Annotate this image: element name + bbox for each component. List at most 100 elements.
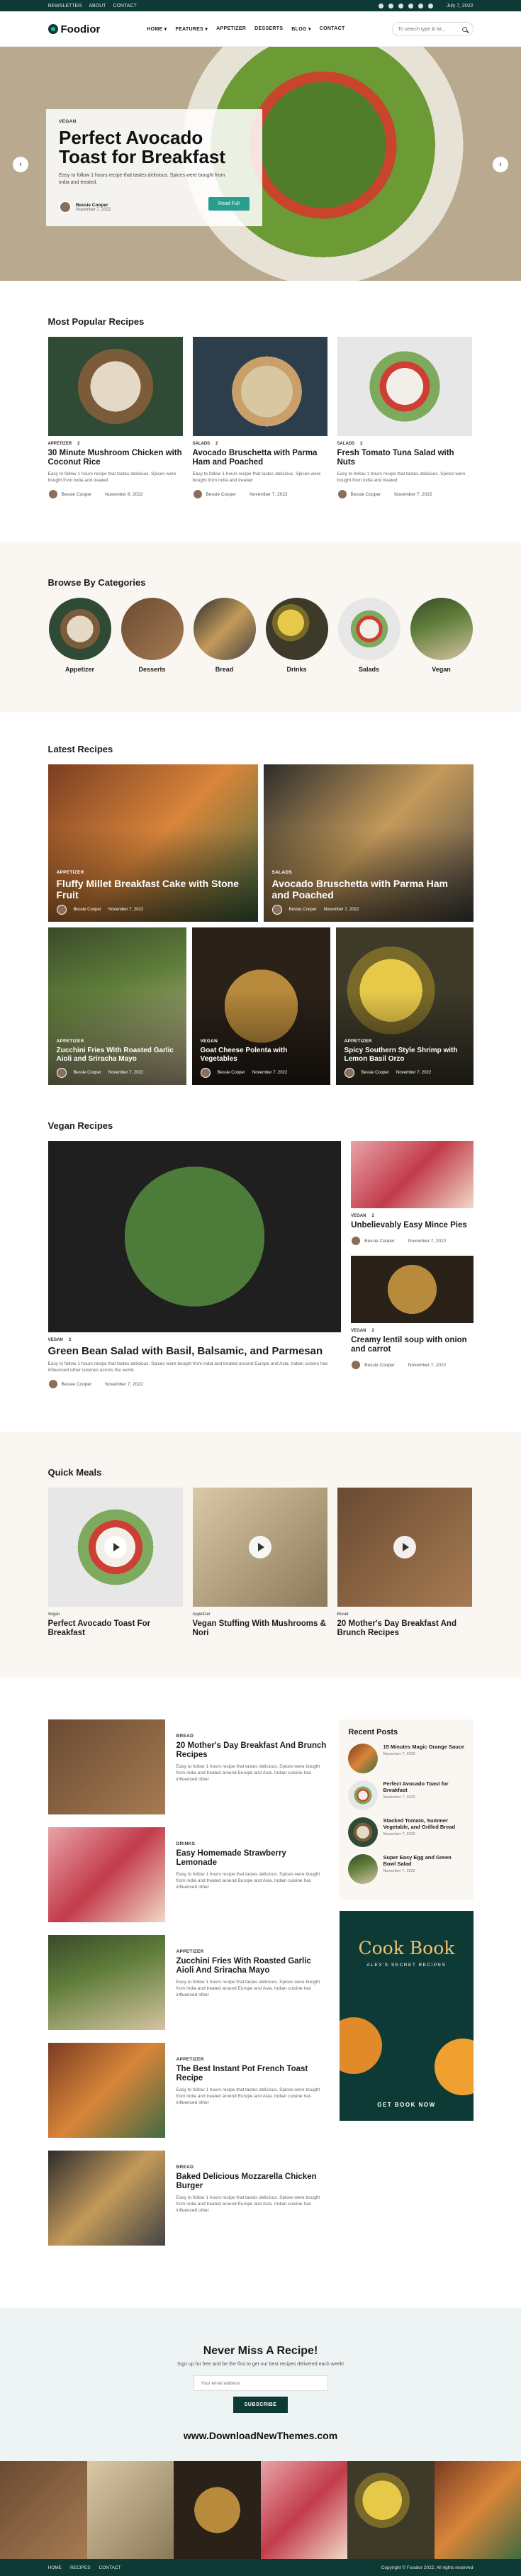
topbar-link-about[interactable]: ABOUT xyxy=(89,4,106,9)
category-image[interactable] xyxy=(194,598,256,660)
hero-title[interactable]: Perfect Avocado Toast for Breakfast xyxy=(59,128,250,167)
cookbook-ad[interactable]: Cook Book ALEX'S SECRET RECIPES GET BOOK… xyxy=(340,1911,473,2121)
video-card[interactable]: Appetizer Vegan Stuffing With Mushrooms … xyxy=(193,1488,327,1638)
category-bread[interactable]: Bread xyxy=(193,598,257,673)
latest-tile[interactable]: APPETIZERSpicy Southern Style Shrimp wit… xyxy=(336,927,474,1085)
recipe-image[interactable] xyxy=(48,2151,165,2246)
recipe-tag[interactable]: SALADS xyxy=(193,442,211,446)
footer-link-recipes[interactable]: RECIPES xyxy=(70,2565,91,2570)
email-field[interactable] xyxy=(194,2375,328,2391)
recent-post-thumb[interactable] xyxy=(348,1817,378,1847)
recipe-image[interactable] xyxy=(337,1488,472,1607)
recipe-tag[interactable]: SALADS xyxy=(272,870,465,875)
category-image[interactable] xyxy=(338,598,400,660)
recipe-card[interactable]: SALADS2 Fresh Tomato Tuna Salad with Nut… xyxy=(337,337,472,499)
youtube-icon[interactable] xyxy=(408,4,413,9)
recipe-tag[interactable]: Vegan xyxy=(48,1612,60,1617)
recipe-title[interactable]: 20 Mother's Day Breakfast And Brunch Rec… xyxy=(177,1741,329,1760)
category-desserts[interactable]: Desserts xyxy=(121,598,184,673)
recipe-title[interactable]: Spicy Southern Style Shrimp with Lemon B… xyxy=(344,1047,465,1064)
category-image[interactable] xyxy=(121,598,184,660)
recipe-title[interactable]: The Best Instant Pot French Toast Recipe xyxy=(177,2065,329,2083)
author-name[interactable]: Bessie Cooper xyxy=(362,1071,389,1075)
category-salads[interactable]: Salads xyxy=(337,598,401,673)
recipe-image[interactable] xyxy=(48,1935,165,2030)
hero-tag[interactable]: VEGAN xyxy=(59,119,250,124)
category-image[interactable] xyxy=(410,598,473,660)
recipe-tag[interactable]: VEGAN xyxy=(351,1329,366,1333)
recipe-image[interactable] xyxy=(48,1827,165,1922)
recipe-title[interactable]: Zucchini Fries With Roasted Garlic Aioli… xyxy=(57,1047,178,1064)
recipe-tag[interactable]: DRINKS xyxy=(177,1841,329,1846)
author-name[interactable]: Bessie Cooper xyxy=(218,1071,245,1075)
subscribe-button[interactable]: SUBSCRIBE xyxy=(233,2397,288,2413)
play-icon[interactable] xyxy=(104,1536,127,1559)
read-full-button[interactable]: Read Full xyxy=(208,197,250,211)
footer-link-home[interactable]: HOME xyxy=(48,2565,62,2570)
nav-blog[interactable]: BLOG ▾ xyxy=(291,26,310,32)
recipe-title[interactable]: Creamy lentil soup with onion and carrot xyxy=(351,1336,473,1354)
pinterest-icon[interactable] xyxy=(418,4,423,9)
recipe-image[interactable] xyxy=(337,337,472,436)
category-label[interactable]: Desserts xyxy=(121,666,184,673)
author-name[interactable]: Bessie Cooper xyxy=(62,1382,92,1387)
recipe-tag[interactable]: APPETIZER xyxy=(177,1949,329,1954)
author-name[interactable]: Bessie Cooper xyxy=(351,492,381,497)
recipe-card[interactable]: APPETIZER2 30 Minute Mushroom Chicken wi… xyxy=(48,337,183,499)
recipe-title[interactable]: Zucchini Fries With Roasted Garlic Aioli… xyxy=(177,1957,329,1975)
recipe-title[interactable]: Goat Cheese Polenta with Vegetables xyxy=(201,1047,322,1064)
author-name[interactable]: Bessie Cooper xyxy=(206,492,237,497)
footer-link-contact[interactable]: CONTACT xyxy=(99,2565,121,2570)
recent-post-title[interactable]: Stacked Tomato, Summer Vegetable, and Gr… xyxy=(383,1817,464,1830)
recipe-image[interactable] xyxy=(48,1488,183,1607)
recent-post-title[interactable]: Perfect Avocado Toast for Breakfast xyxy=(383,1780,464,1793)
recipe-image[interactable] xyxy=(351,1141,473,1208)
recent-post-thumb[interactable] xyxy=(348,1780,378,1810)
author-name[interactable]: Bessie Cooper xyxy=(289,908,317,912)
recipe-tag[interactable]: APPETIZER xyxy=(57,1039,178,1044)
recipe-image[interactable] xyxy=(193,1488,327,1607)
recent-post-title[interactable]: 15 Minutes Magic Orange Sauce xyxy=(383,1744,464,1750)
recipe-title[interactable]: Avocado Bruschetta with Parma Ham and Po… xyxy=(193,449,327,467)
play-icon[interactable] xyxy=(249,1536,271,1559)
recipe-tag[interactable]: BREAD xyxy=(177,1734,329,1739)
category-label[interactable]: Vegan xyxy=(410,666,474,673)
instagram-image[interactable] xyxy=(174,2461,261,2559)
get-book-button[interactable]: GET BOOK NOW xyxy=(340,2102,473,2108)
latest-tile[interactable]: SALADSAvocado Bruschetta with Parma Ham … xyxy=(264,764,474,922)
recipe-title[interactable]: 30 Minute Mushroom Chicken with Coconut … xyxy=(48,449,183,467)
instagram-image[interactable] xyxy=(261,2461,348,2559)
author-name[interactable]: Bessie Cooper xyxy=(62,492,92,497)
recipe-title[interactable]: 20 Mother's Day Breakfast And Brunch Rec… xyxy=(337,1619,472,1638)
recent-post-title[interactable]: Super Easy Egg and Green Bowl Salad xyxy=(383,1854,464,1867)
list-item[interactable]: DRINKSEasy Homemade Strawberry LemonadeE… xyxy=(48,1827,329,1922)
recipe-image[interactable] xyxy=(193,337,327,436)
instagram-image[interactable] xyxy=(347,2461,435,2559)
instagram-image[interactable] xyxy=(435,2461,521,2559)
hero-author[interactable]: Bessie Cooper xyxy=(76,203,111,208)
facebook-icon[interactable] xyxy=(379,4,383,9)
recipe-title[interactable]: Perfect Avocado Toast For Breakfast xyxy=(48,1619,183,1638)
author-name[interactable]: Bessie Cooper xyxy=(364,1239,395,1244)
featured-recipe-card[interactable]: VEGAN2 Green Bean Salad with Basil, Bals… xyxy=(48,1141,342,1389)
recent-post-thumb[interactable] xyxy=(348,1854,378,1884)
recipe-title[interactable]: Green Bean Salad with Basil, Balsamic, a… xyxy=(48,1345,342,1357)
recipe-tag[interactable]: APPETIZER xyxy=(57,870,250,875)
nav-features[interactable]: FEATURES ▾ xyxy=(176,26,208,32)
category-label[interactable]: Bread xyxy=(193,666,257,673)
recent-post-thumb[interactable] xyxy=(348,1744,378,1773)
recipe-title[interactable]: Fresh Tomato Tuna Salad with Nuts xyxy=(337,449,472,467)
recipe-tag[interactable]: BREAD xyxy=(177,2165,329,2170)
recipe-tag[interactable]: SALADS xyxy=(337,442,355,446)
search-icon[interactable] xyxy=(462,27,467,32)
list-item[interactable]: BREADBaked Delicious Mozzarella Chicken … xyxy=(48,2151,329,2246)
recent-post[interactable]: Super Easy Egg and Green Bowl SaladNovem… xyxy=(348,1854,464,1884)
list-item[interactable]: BREAD 20 Mother's Day Breakfast And Brunc… xyxy=(48,1719,329,1814)
recipe-title[interactable]: Easy Homemade Strawberry Lemonade xyxy=(177,1849,329,1868)
recipe-tag[interactable]: APPETIZER xyxy=(177,2057,329,2062)
category-appetizer[interactable]: Appetizer xyxy=(48,598,112,673)
video-card[interactable]: Vegan Perfect Avocado Toast For Breakfas… xyxy=(48,1488,183,1638)
recipe-card[interactable]: SALADS2 Avocado Bruschetta with Parma Ha… xyxy=(193,337,327,499)
play-icon[interactable] xyxy=(393,1536,416,1559)
author-name[interactable]: Bessie Cooper xyxy=(364,1363,395,1368)
